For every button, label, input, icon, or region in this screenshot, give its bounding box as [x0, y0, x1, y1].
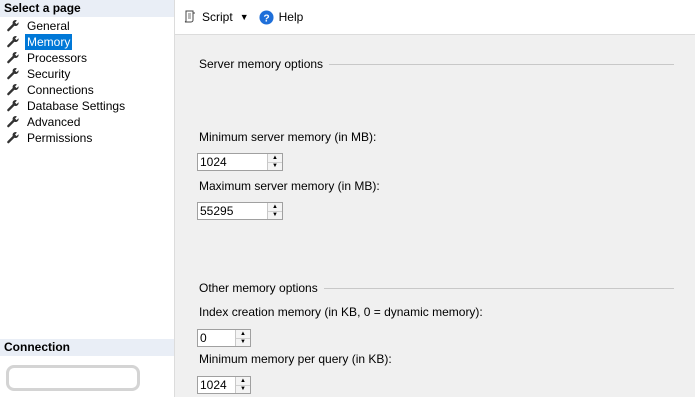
script-icon: [184, 10, 195, 23]
spin-down-icon[interactable]: ▼: [268, 211, 282, 219]
wrench-icon: [6, 51, 20, 65]
spinner-arrows: ▲ ▼: [235, 330, 250, 346]
spin-up-icon[interactable]: ▲: [236, 330, 250, 339]
page-item-label: Permissions: [27, 131, 93, 145]
page-item-memory[interactable]: Memory: [6, 34, 127, 50]
wrench-icon: [6, 19, 20, 33]
page-item-processors[interactable]: Processors: [6, 50, 127, 66]
wrench-icon: [6, 99, 20, 113]
min-server-memory-spinner[interactable]: 1024 ▲ ▼: [197, 153, 283, 171]
group-title-text: Server memory options: [199, 57, 324, 71]
select-page-header: Select a page: [0, 0, 174, 17]
page-item-database-settings[interactable]: Database Settings: [6, 98, 127, 114]
page-item-label: General: [27, 19, 70, 33]
page-item-advanced[interactable]: Advanced: [6, 114, 127, 130]
index-creation-memory-value[interactable]: 0: [198, 330, 235, 346]
script-button[interactable]: Script ▼: [183, 10, 249, 24]
page-item-label: Connections: [27, 83, 94, 97]
help-icon: ?: [259, 9, 274, 25]
min-memory-per-query-label: Minimum memory per query (in KB):: [199, 352, 392, 366]
toolbar: Script ▼ ? Help: [175, 0, 695, 35]
max-server-memory-value[interactable]: 55295: [198, 203, 267, 219]
index-creation-memory-spinner[interactable]: 0 ▲ ▼: [197, 329, 251, 347]
page-item-general[interactable]: General: [6, 18, 127, 34]
spin-up-icon[interactable]: ▲: [236, 377, 250, 386]
wrench-icon: [6, 131, 20, 145]
spinner-arrows: ▲ ▼: [267, 154, 282, 170]
server-memory-group-title: Server memory options: [199, 57, 674, 71]
group-title-text: Other memory options: [199, 281, 318, 295]
wrench-icon: [6, 115, 20, 129]
spin-down-icon[interactable]: ▼: [268, 162, 282, 170]
page-item-connections[interactable]: Connections: [6, 82, 127, 98]
min-server-memory-value[interactable]: 1024: [198, 154, 267, 170]
content-area: Script ▼ ? Help Server memory options Mi…: [175, 0, 695, 397]
page-item-label: Security: [27, 67, 71, 81]
min-memory-per-query-value[interactable]: 1024: [198, 377, 235, 393]
other-memory-group-title: Other memory options: [199, 281, 674, 295]
spin-down-icon[interactable]: ▼: [236, 338, 250, 346]
page-item-label: Database Settings: [27, 99, 126, 113]
page-item-permissions[interactable]: Permissions: [6, 130, 127, 146]
spinner-arrows: ▲ ▼: [267, 203, 282, 219]
spin-up-icon[interactable]: ▲: [268, 154, 282, 163]
left-panel: Select a page General Memory Processors …: [0, 0, 175, 397]
chevron-down-icon[interactable]: ▼: [240, 12, 249, 22]
wrench-icon: [6, 67, 20, 81]
spinner-arrows: ▲ ▼: [235, 377, 250, 393]
page-list: General Memory Processors Security Conne…: [6, 18, 127, 146]
page-item-label: Processors: [27, 51, 88, 65]
page-item-security[interactable]: Security: [6, 66, 127, 82]
index-creation-memory-label: Index creation memory (in KB, 0 = dynami…: [199, 305, 483, 319]
page-item-label: Memory: [25, 34, 73, 50]
help-button[interactable]: ? Help: [259, 9, 304, 25]
help-label: Help: [278, 10, 304, 24]
min-memory-per-query-spinner[interactable]: 1024 ▲ ▼: [197, 376, 251, 394]
spin-down-icon[interactable]: ▼: [236, 385, 250, 393]
group-divider: [323, 287, 674, 289]
page-item-label: Advanced: [27, 115, 81, 129]
min-server-memory-label: Minimum server memory (in MB):: [199, 130, 377, 144]
max-server-memory-spinner[interactable]: 55295 ▲ ▼: [197, 202, 283, 220]
connection-header: Connection: [0, 339, 174, 356]
script-label: Script: [202, 10, 233, 24]
svg-text:?: ?: [263, 13, 269, 24]
wrench-icon: [6, 35, 20, 49]
connection-info-box: [6, 365, 140, 391]
wrench-icon: [6, 83, 20, 97]
spin-up-icon[interactable]: ▲: [268, 203, 282, 212]
group-divider: [329, 63, 674, 65]
max-server-memory-label: Maximum server memory (in MB):: [199, 179, 380, 193]
